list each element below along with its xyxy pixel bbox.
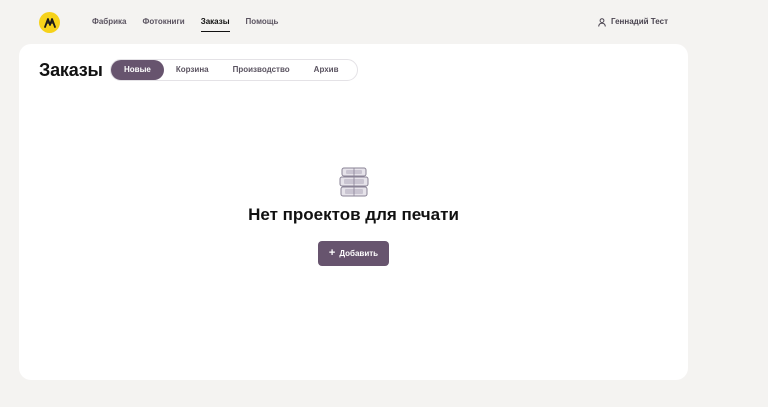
- nav-item-photobooks[interactable]: Фотокниги: [142, 16, 184, 28]
- top-navigation: Фабрика Фотокниги Заказы Помощь Геннадий…: [0, 0, 768, 44]
- user-icon: [598, 17, 606, 27]
- tab-cart[interactable]: Корзина: [164, 60, 221, 80]
- user-menu[interactable]: Геннадий Тест: [598, 16, 668, 28]
- logo[interactable]: [39, 12, 60, 33]
- nav-item-orders[interactable]: Заказы: [200, 16, 230, 32]
- add-button[interactable]: + Добавить: [318, 241, 389, 266]
- tab-production[interactable]: Производство: [221, 60, 302, 80]
- nav-item-help[interactable]: Помощь: [246, 16, 279, 28]
- nav-item-fabrika[interactable]: Фабрика: [92, 16, 126, 28]
- main-nav: Фабрика Фотокниги Заказы Помощь: [92, 16, 294, 32]
- tab-new[interactable]: Новые: [111, 60, 164, 80]
- tab-archive[interactable]: Архив: [302, 60, 351, 80]
- user-name: Геннадий Тест: [610, 17, 668, 26]
- logo-icon: [43, 17, 56, 28]
- add-button-label: Добавить: [339, 249, 379, 258]
- orders-card: Заказы Новые Корзина Производство Архив …: [19, 44, 688, 380]
- order-tabs: Новые Корзина Производство Архив: [110, 59, 358, 81]
- empty-state-title: Нет проектов для печати: [248, 205, 459, 224]
- page-title: Заказы: [39, 60, 103, 80]
- plus-icon: +: [328, 247, 336, 259]
- stacked-books-icon: [339, 167, 369, 197]
